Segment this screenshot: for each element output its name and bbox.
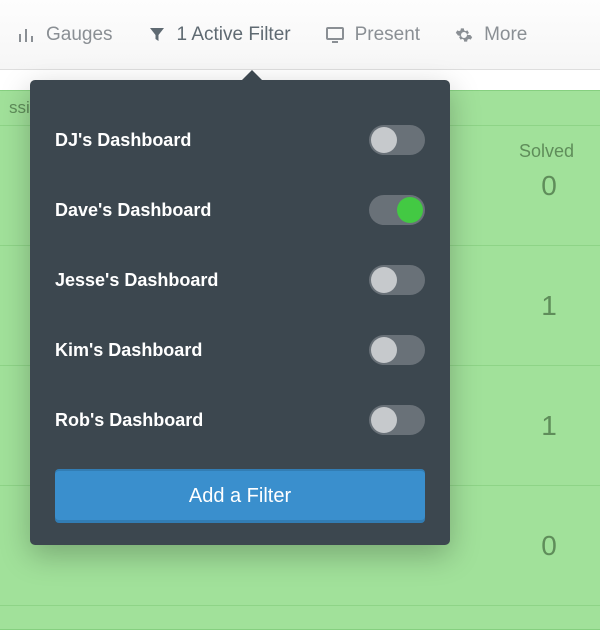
bar-chart-icon xyxy=(16,25,36,45)
filter-item-label: Dave's Dashboard xyxy=(55,200,211,221)
funnel-icon xyxy=(147,25,167,45)
filter-item-label: Rob's Dashboard xyxy=(55,410,203,431)
solved-value: 0 xyxy=(489,530,600,562)
toggle-knob xyxy=(371,127,397,153)
solved-value: 0 xyxy=(489,170,600,202)
toolbar-filter[interactable]: 1 Active Filter xyxy=(147,24,291,46)
toggle-knob xyxy=(397,197,423,223)
filter-toggle[interactable] xyxy=(369,195,425,225)
toolbar-more[interactable]: More xyxy=(454,24,527,46)
filter-item-label: Jesse's Dashboard xyxy=(55,270,218,291)
filter-item: DJ's Dashboard xyxy=(55,105,425,175)
filter-dropdown: DJ's Dashboard Dave's Dashboard Jesse's Da… xyxy=(30,80,450,545)
filter-item: Kim's Dashboard xyxy=(55,315,425,385)
toolbar-filter-label: 1 Active Filter xyxy=(177,24,291,46)
gear-icon xyxy=(454,25,474,45)
filter-toggle[interactable] xyxy=(369,405,425,435)
toggle-knob xyxy=(371,407,397,433)
toolbar-more-label: More xyxy=(484,24,527,46)
filter-item-label: Kim's Dashboard xyxy=(55,340,202,361)
filter-toggle[interactable] xyxy=(369,265,425,295)
filter-item: Dave's Dashboard xyxy=(55,175,425,245)
solved-value: 1 xyxy=(489,290,600,322)
toggle-knob xyxy=(371,337,397,363)
toggle-knob xyxy=(371,267,397,293)
toolbar-gauges[interactable]: Gauges xyxy=(16,24,113,46)
filter-item-label: DJ's Dashboard xyxy=(55,130,191,151)
solved-value: 1 xyxy=(489,410,600,442)
filter-item: Jesse's Dashboard xyxy=(55,245,425,315)
filter-toggle[interactable] xyxy=(369,335,425,365)
filter-item: Rob's Dashboard xyxy=(55,385,425,455)
filter-toggle[interactable] xyxy=(369,125,425,155)
toolbar-gauges-label: Gauges xyxy=(46,24,113,46)
toolbar: Gauges 1 Active Filter Present More xyxy=(0,0,600,70)
add-filter-button[interactable]: Add a Filter xyxy=(55,469,425,523)
display-icon xyxy=(325,25,345,45)
toolbar-present[interactable]: Present xyxy=(325,24,420,46)
toolbar-present-label: Present xyxy=(355,24,420,46)
